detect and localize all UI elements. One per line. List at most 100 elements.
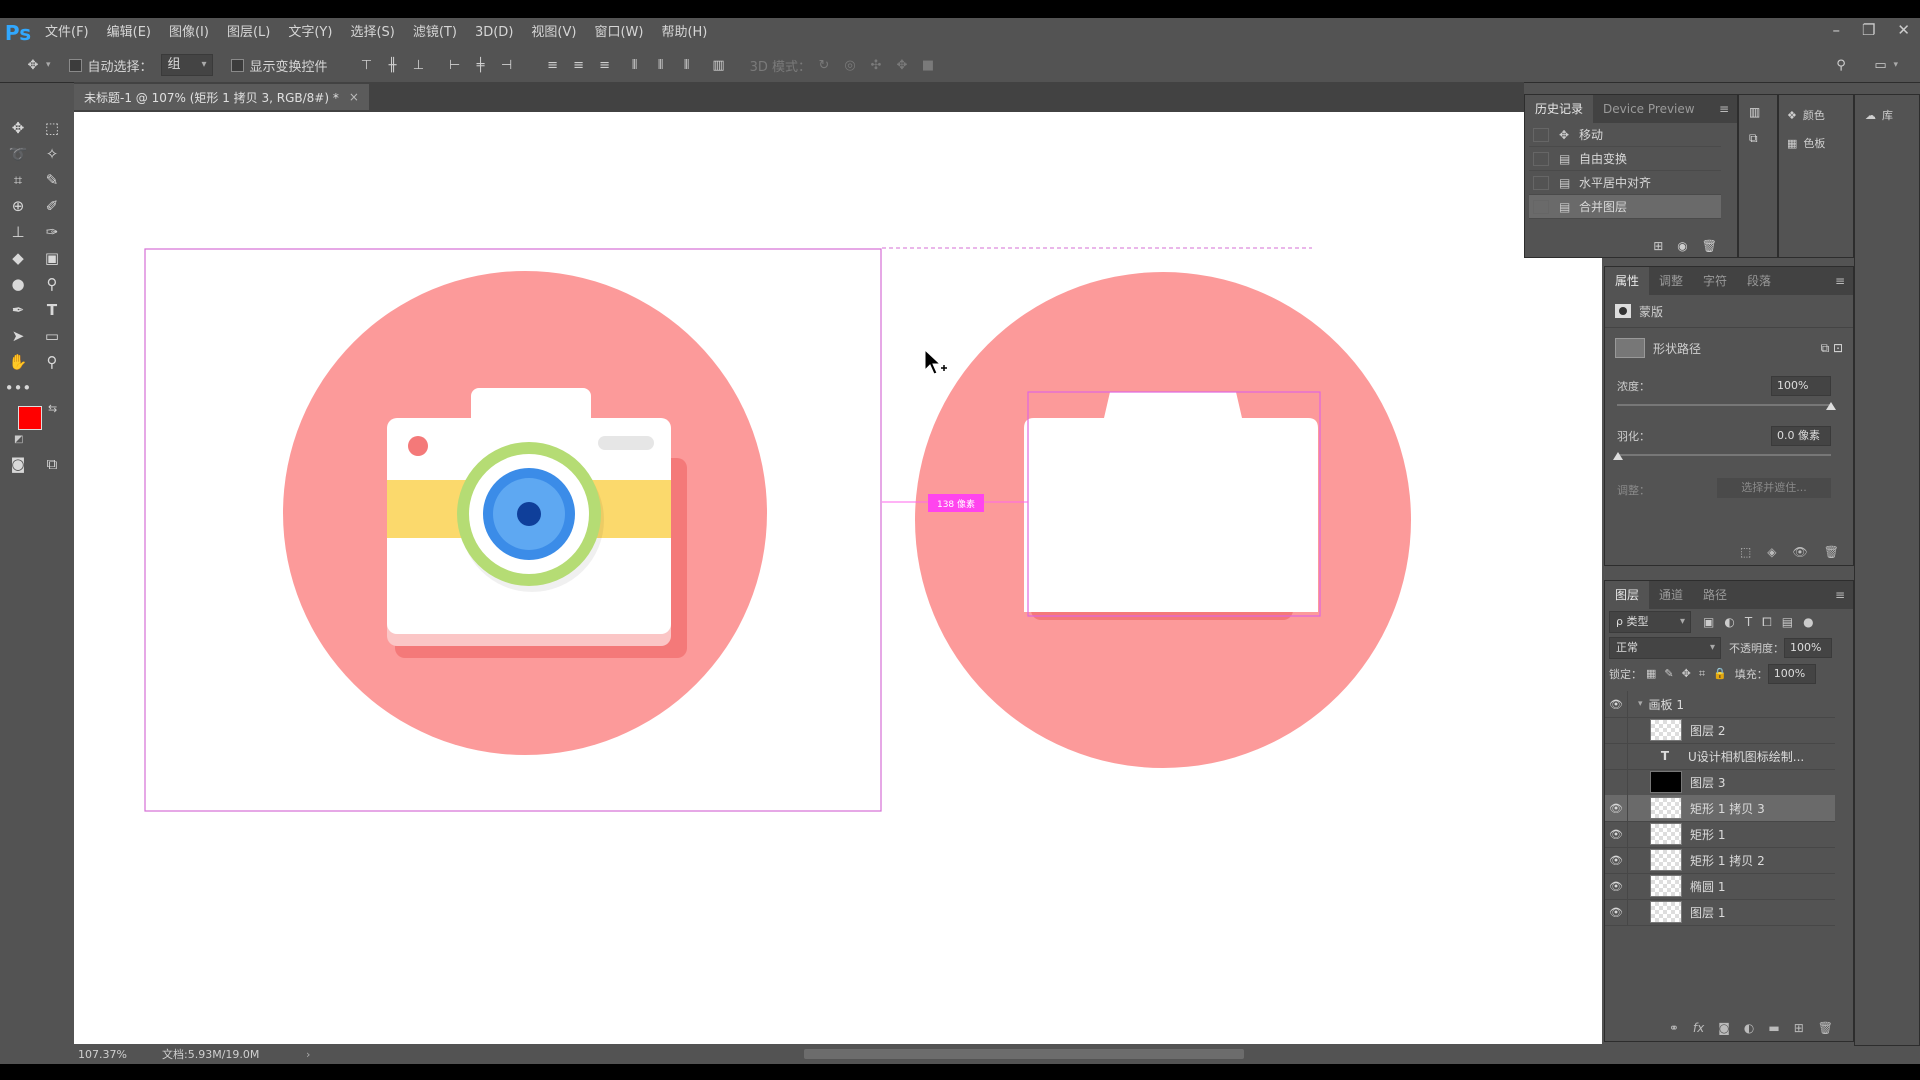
tab-character[interactable]: 字符 <box>1693 267 1737 295</box>
apply-mask-icon[interactable]: ◈ <box>1767 545 1776 559</box>
panel-menu-icon[interactable]: ≡ <box>1835 274 1845 288</box>
layer-row[interactable]: 👁 椭圆 1 <box>1605 873 1835 900</box>
layer-row[interactable]: T U设计相机图标绘制... <box>1605 743 1835 770</box>
filter-type-icon[interactable]: T <box>1745 615 1752 630</box>
search-button[interactable]: ⚲ <box>1828 56 1854 74</box>
hand-tool-icon[interactable]: ✋ <box>4 350 32 374</box>
menu-item[interactable]: 图像(I) <box>160 18 218 48</box>
path-select-icon[interactable]: ➤ <box>4 324 32 348</box>
history-item[interactable]: ▤ 合并图层 <box>1529 195 1721 219</box>
toggle-mask-icon[interactable]: 👁 <box>1793 545 1808 559</box>
rectangle-tool-icon[interactable]: ▭ <box>38 324 66 348</box>
swatches-panel-button[interactable]: ▦ 色板 <box>1787 135 1853 151</box>
density-input[interactable]: 100% <box>1771 376 1831 396</box>
layer-row[interactable]: 👁 矩形 1 拷贝 2 <box>1605 847 1835 874</box>
filter-adjust-icon[interactable]: ◐ <box>1724 615 1734 630</box>
marquee-tool-icon[interactable]: ⬚ <box>38 116 66 140</box>
type-tool-icon[interactable]: T <box>38 298 66 322</box>
status-menu-icon[interactable]: › <box>306 1048 310 1061</box>
workspace-button[interactable]: ▭ ▾ <box>1867 56 1898 74</box>
tab-layers[interactable]: 图层 <box>1605 581 1650 609</box>
close-icon[interactable]: ✕ <box>1897 21 1910 39</box>
history-item[interactable]: ▤ 水平居中对齐 <box>1529 171 1721 195</box>
3d-drag-icon[interactable]: ✣ <box>867 56 885 74</box>
delete-state-icon[interactable]: 🗑 <box>1702 239 1717 253</box>
foreground-color-swatch[interactable] <box>18 406 42 430</box>
layer-row[interactable]: 图层 2 <box>1605 717 1835 744</box>
distribute-left-icon[interactable]: ⦀ <box>626 56 644 74</box>
visibility-eye-icon[interactable]: 👁 <box>1605 854 1627 867</box>
maximize-icon[interactable]: ❐ <box>1862 21 1875 39</box>
tab-properties[interactable]: 属性 <box>1605 267 1650 295</box>
menu-item[interactable]: 图层(L) <box>218 18 279 48</box>
layer-row[interactable]: 👁 图层 1 <box>1605 899 1835 926</box>
layer-row[interactable]: 👁 矩形 1 <box>1605 821 1835 848</box>
zoom-level[interactable]: 107.37% <box>74 1048 162 1061</box>
crop-tool-icon[interactable]: ⌗ <box>4 168 32 192</box>
brush-preset-icon[interactable]: ⧉ <box>1749 131 1777 146</box>
default-colors-icon[interactable]: ◩ <box>14 434 23 445</box>
menu-item[interactable]: 文字(Y) <box>279 18 341 48</box>
expand-chevron-icon[interactable]: ▾ <box>1638 699 1643 709</box>
gradient-tool-icon[interactable]: ▣ <box>38 246 66 270</box>
library-panel-button[interactable]: ☁ 库 <box>1865 107 1919 123</box>
document-tab[interactable]: 未标题-1 @ 107% (矩形 1 拷贝 3, RGB/8#) * × <box>74 84 369 110</box>
visibility-eye-icon[interactable]: 👁 <box>1605 906 1627 919</box>
visibility-eye-icon[interactable]: 👁 <box>1605 802 1627 815</box>
eyedropper-icon[interactable]: ✎ <box>38 168 66 192</box>
visibility-eye-icon[interactable]: 👁 <box>1605 828 1627 841</box>
fx-icon[interactable]: fx <box>1693 1021 1704 1035</box>
feather-input[interactable]: 0.0 像素 <box>1771 426 1831 446</box>
filter-pixel-icon[interactable]: ▣ <box>1703 615 1714 630</box>
menu-item[interactable]: 滤镜(T) <box>404 18 466 48</box>
history-panel-icon[interactable]: ▥ <box>1749 105 1777 119</box>
feather-slider-handle[interactable] <box>1613 452 1623 460</box>
auto-select-dropdown[interactable]: 组 <box>160 54 213 76</box>
add-mask-icon[interactable]: ◙ <box>1718 1021 1730 1035</box>
color-panel-button[interactable]: ❖ 颜色 <box>1787 107 1853 123</box>
screen-mode-icon[interactable]: ⧉ <box>38 452 66 476</box>
pen-tool-icon[interactable]: ✒ <box>4 298 32 322</box>
history-source-box[interactable] <box>1533 151 1549 166</box>
delete-layer-icon[interactable]: 🗑 <box>1818 1021 1833 1035</box>
distribute-vcenter-icon[interactable]: ≡ <box>570 56 588 74</box>
tab-history[interactable]: 历史记录 <box>1525 95 1594 123</box>
tab-channels[interactable]: 通道 <box>1649 581 1693 609</box>
layer-row[interactable]: 图层 3 <box>1605 769 1835 796</box>
history-item[interactable]: ▤ 自由变换 <box>1529 147 1721 171</box>
3d-roll-icon[interactable]: ◎ <box>841 56 859 74</box>
swap-colors-icon[interactable]: ⇆ <box>48 402 57 415</box>
blend-mode-dropdown[interactable]: 正常 <box>1609 637 1721 659</box>
menu-item[interactable]: 帮助(H) <box>652 18 716 48</box>
3d-slide-icon[interactable]: ✥ <box>893 56 911 74</box>
lock-position-icon[interactable]: ✥ <box>1682 667 1691 681</box>
3d-rotate-icon[interactable]: ↻ <box>815 56 833 74</box>
feather-slider[interactable] <box>1617 454 1831 456</box>
delete-mask-icon[interactable]: 🗑 <box>1824 545 1839 559</box>
distribute-top-icon[interactable]: ≡ <box>544 56 562 74</box>
visibility-eye-icon[interactable]: 👁 <box>1605 880 1627 893</box>
menu-item[interactable]: 编辑(E) <box>98 18 160 48</box>
layer-row[interactable]: 👁 ▾ 画板 1 <box>1605 691 1835 718</box>
visibility-eye-icon[interactable]: 👁 <box>1605 698 1627 711</box>
align-vcenter-icon[interactable]: ╫ <box>384 56 402 74</box>
distribute-bottom-icon[interactable]: ≡ <box>596 56 614 74</box>
history-source-box[interactable] <box>1533 199 1549 214</box>
auto-align-icon[interactable]: ▥ <box>710 56 728 74</box>
distribute-hcenter-icon[interactable]: ⦀ <box>652 56 670 74</box>
load-selection-icon[interactable]: ⬚ <box>1740 545 1751 559</box>
menu-item[interactable]: 3D(D) <box>466 18 522 48</box>
filter-toggle-icon[interactable]: ● <box>1803 615 1813 630</box>
3d-scale-icon[interactable]: ■ <box>919 56 937 74</box>
layer-row[interactable]: 👁 矩形 1 拷贝 3 <box>1605 795 1835 822</box>
adjustment-layer-icon[interactable]: ◐ <box>1744 1021 1754 1035</box>
tab-paragraph[interactable]: 段落 <box>1737 267 1781 295</box>
panel-menu-icon[interactable]: ≡ <box>1719 102 1729 116</box>
stamp-tool-icon[interactable]: ⊥ <box>4 220 32 244</box>
snapshot-icon[interactable]: ◉ <box>1677 239 1687 253</box>
canvas[interactable]: 138 像素 <box>74 112 1602 1044</box>
fill-input[interactable]: 100% <box>1767 664 1816 684</box>
align-left-icon[interactable]: ⊢ <box>446 56 464 74</box>
menu-item[interactable]: 选择(S) <box>341 18 403 48</box>
tab-adjustments[interactable]: 调整 <box>1649 267 1693 295</box>
